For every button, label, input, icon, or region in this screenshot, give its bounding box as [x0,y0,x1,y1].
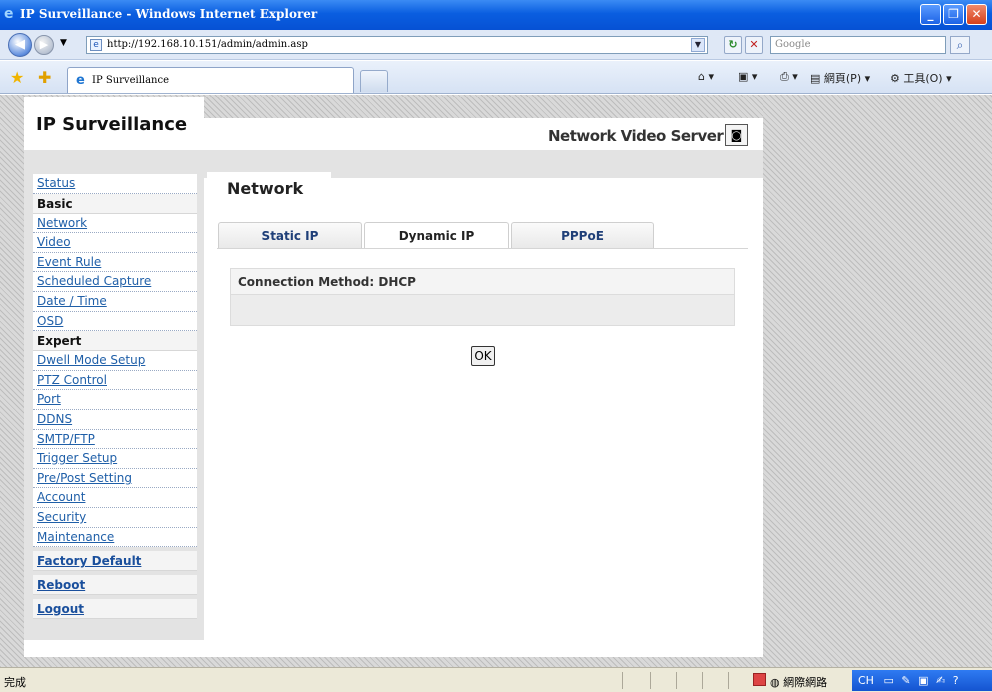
search-icon[interactable]: ⌕ [950,36,970,54]
internet-zone: ◍ 網際網路 [770,676,828,689]
url-field[interactable]: e http://192.168.10.151/admin/admin.asp … [86,36,708,54]
page-menu[interactable]: ▤ 網頁(P) ▾ [810,70,870,86]
sidebar-item-port[interactable]: Port [33,390,197,410]
close-icon[interactable]: ✕ [966,4,987,25]
sidebar-item-scheduled-capture[interactable]: Scheduled Capture [33,272,197,292]
sidebar-item-date-time[interactable]: Date / Time [33,291,197,312]
feeds-icon[interactable]: ▣ ▾ [738,70,757,83]
tab-pppoe[interactable]: PPPoE [511,222,654,248]
site-logo: IP Surveillance [36,114,188,135]
page-background-right [763,97,992,667]
sidebar-item-security[interactable]: Security [33,507,197,528]
popup-blocked-icon[interactable] [753,673,766,686]
sidebar-item-ptz-control[interactable]: PTZ Control [33,370,197,391]
tools-menu-label: 工具(O) [903,72,943,85]
url-text: http://192.168.10.151/admin/admin.asp [107,39,308,50]
window-title: IP Surveillance - Windows Internet Explo… [20,7,318,21]
sidebar-item-factory-default[interactable]: Factory Default [33,551,197,572]
window-titlebar: e IP Surveillance - Windows Internet Exp… [0,0,992,30]
sidebar-item-event-rule[interactable]: Event Rule [33,252,197,273]
tab-label: IP Surveillance [92,75,170,86]
address-bar: ◀ ▶ ▼ e http://192.168.10.151/admin/admi… [0,30,992,60]
status-bar: 完成 ◍ 網際網路 CH ▭ ✎ ▣ ✍ ? [0,667,992,692]
favorites-star-icon[interactable]: ★ [10,68,24,87]
print-icon[interactable]: ⎙ ▾ [780,70,798,84]
forward-button[interactable]: ▶ [34,35,54,55]
sidebar-item-network[interactable]: Network [33,213,197,234]
search-input[interactable]: Google [770,36,946,54]
add-favorite-icon[interactable]: ✚ [38,68,51,87]
sidebar-item-ddns[interactable]: DDNS [33,409,197,430]
sidebar-item-account[interactable]: Account [33,488,197,508]
url-dropdown-icon[interactable]: ▼ [691,38,705,52]
sidebar-item-dwell-mode-setup[interactable]: Dwell Mode Setup [33,351,197,371]
page-menu-label: 網頁(P) [823,72,862,85]
restore-icon[interactable]: ❐ [943,4,964,25]
back-button[interactable]: ◀ [8,33,32,57]
sidebar-item-reboot[interactable]: Reboot [33,575,197,596]
sidebar-item-trigger-setup[interactable]: Trigger Setup [33,449,197,469]
pen-icon[interactable]: ✎ [901,674,910,687]
connection-method-box: Connection Method: DHCP [230,268,735,326]
browser-tab[interactable]: e IP Surveillance [67,67,354,93]
sidebar-item-maintenance[interactable]: Maintenance [33,527,197,548]
sidebar-item-pre-post-setting[interactable]: Pre/Post Setting [33,468,197,489]
stop-icon[interactable]: ✕ [745,36,763,54]
new-tab-button[interactable] [360,70,388,92]
header-pattern [204,97,763,118]
status-divider [702,672,703,689]
tools-menu[interactable]: ⚙ 工具(O) ▾ [890,70,952,86]
tab-bar: ★ ✚ e IP Surveillance ⌂ ▾ ▣ ▾ ⎙ ▾ ▤ 網頁(P… [0,61,992,94]
snapshot-icon[interactable]: ◙ [725,124,748,146]
ok-button[interactable]: OK [471,346,495,366]
ie-logo-icon: e [4,6,14,22]
history-dropdown-icon[interactable]: ▼ [60,38,67,48]
sidebar-item-logout[interactable]: Logout [33,599,197,620]
sidebar-item-smtp-ftp[interactable]: SMTP/FTP [33,429,197,450]
status-text: 完成 [4,676,26,689]
sidebar-item-video[interactable]: Video [33,233,197,253]
connection-method-header: Connection Method: DHCP [231,269,734,295]
status-divider [676,672,677,689]
tab-divider [217,248,748,249]
sidebar-item-status[interactable]: Status [33,174,197,194]
status-divider [622,672,623,689]
minimize-icon[interactable]: _ [920,4,941,25]
tab-dynamic-ip[interactable]: Dynamic IP [364,222,509,249]
search-placeholder: Google [775,39,811,50]
page-icon: e [90,39,102,51]
connection-method-label: Connection Method: DHCP [238,275,416,289]
sidebar-item-osd[interactable]: OSD [33,311,197,332]
zone-label: 網際網路 [783,676,828,689]
page-title: Network [227,179,304,198]
product-name: Network Video Server [548,127,724,145]
sidebar-menu: Status Basic Network Video Event Rule Sc… [33,174,197,620]
language-indicator[interactable]: CH [858,674,874,687]
settings-icon[interactable]: ✍ [936,674,945,687]
sidebar-section-expert: Expert [33,331,197,352]
refresh-icon[interactable]: ↻ [724,36,742,54]
help-icon[interactable]: ? [953,674,959,687]
tab-ie-icon: e [76,73,85,88]
keyboard-icon[interactable]: ▭ [883,674,893,687]
system-tray: CH ▭ ✎ ▣ ✍ ? [852,670,992,691]
status-divider [728,672,729,689]
sidebar-section-basic: Basic [33,193,197,214]
home-icon[interactable]: ⌂ ▾ [698,70,714,83]
status-divider [650,672,651,689]
tab-static-ip[interactable]: Static IP [218,222,362,248]
ime-icon[interactable]: ▣ [918,674,928,687]
page-title-tab: Network [207,172,331,205]
